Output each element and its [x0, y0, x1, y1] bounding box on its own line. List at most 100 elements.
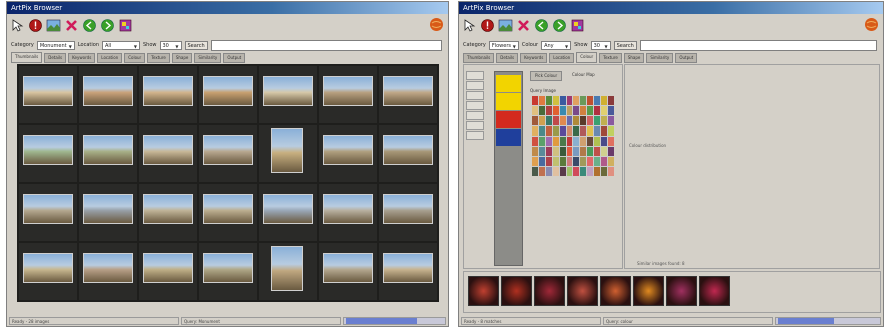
mosaic-tile[interactable] [608, 136, 614, 146]
thumbnail-image[interactable] [323, 253, 373, 283]
mosaic-tile[interactable] [608, 156, 614, 166]
mosaic-tile[interactable] [608, 106, 614, 116]
mosaic-tile[interactable] [594, 136, 601, 146]
thumbnail-cell[interactable] [79, 243, 137, 300]
mosaic-tile[interactable] [587, 156, 594, 166]
mosaic-tile[interactable] [552, 166, 559, 176]
mosaic-tile[interactable] [552, 116, 559, 126]
mosaic-tile[interactable] [587, 126, 594, 136]
mosaic-tile[interactable] [566, 136, 573, 146]
mosaic-tile[interactable] [580, 96, 587, 106]
result-thumbnail[interactable] [666, 276, 697, 306]
mosaic-tile[interactable] [594, 146, 601, 156]
mosaic-tile[interactable] [594, 106, 601, 116]
thumbnail-image[interactable] [143, 76, 193, 106]
thumbnail-image[interactable] [263, 76, 313, 106]
go-back-icon[interactable] [82, 18, 97, 33]
mosaic-tile[interactable] [573, 126, 580, 136]
thumbnail-image[interactable] [271, 128, 303, 173]
mosaic-tile[interactable] [538, 136, 545, 146]
mosaic-tile[interactable] [532, 96, 538, 106]
tab-thumbnails[interactable]: Thumbnails [11, 52, 43, 63]
thumbnail-cell[interactable] [379, 243, 437, 300]
thumbnail-image[interactable] [323, 194, 373, 224]
mosaic-tile[interactable] [601, 166, 608, 176]
mosaic-tile[interactable] [538, 166, 545, 176]
colour-swatch[interactable] [496, 75, 521, 92]
mosaic-tile[interactable] [559, 126, 566, 136]
mosaic-tile[interactable] [538, 106, 545, 116]
thumbnail-image[interactable] [323, 76, 373, 106]
thumbnail-image[interactable] [383, 76, 433, 106]
go-forward-icon[interactable] [552, 18, 567, 33]
mosaic-tile[interactable] [559, 106, 566, 116]
tab-keywords[interactable]: Keywords [68, 53, 96, 63]
mosaic-tile[interactable] [538, 116, 545, 126]
thumbnail-cell[interactable] [139, 184, 197, 241]
thumbnail-cell[interactable] [139, 66, 197, 123]
query-input[interactable] [210, 39, 442, 51]
tab-details[interactable]: Details [44, 53, 67, 63]
show-count-dropdown[interactable]: 30 ▼ [590, 40, 611, 50]
tab-output[interactable]: Output [675, 53, 698, 63]
mosaic-tile[interactable] [532, 126, 538, 136]
go-back-icon[interactable] [534, 18, 549, 33]
thumbnail-image[interactable] [203, 253, 253, 283]
location-dropdown[interactable]: All ▼ [102, 40, 140, 50]
thumbnail-cell[interactable] [259, 125, 317, 182]
result-thumbnail[interactable] [600, 276, 631, 306]
delete-icon[interactable] [516, 18, 531, 33]
mosaic-tile[interactable] [538, 96, 545, 106]
mosaic-tile[interactable] [552, 96, 559, 106]
tab-location[interactable]: Location [549, 53, 575, 63]
colour-swatch[interactable] [496, 111, 521, 128]
mosaic-tile[interactable] [580, 166, 587, 176]
mosaic-tile[interactable] [538, 146, 545, 156]
mosaic-tile[interactable] [587, 106, 594, 116]
mosaic-tile[interactable] [545, 96, 552, 106]
thumbnail-cell[interactable] [19, 243, 77, 300]
thumbnail-image[interactable] [23, 253, 73, 283]
mosaic-tile[interactable] [559, 136, 566, 146]
mosaic-tile[interactable] [580, 126, 587, 136]
result-thumbnail[interactable] [567, 276, 598, 306]
mosaic-tile[interactable] [552, 146, 559, 156]
mosaic-tile[interactable] [566, 166, 573, 176]
mosaic-tile[interactable] [545, 136, 552, 146]
mosaic-tile[interactable] [532, 116, 538, 126]
thumbnail-cell[interactable] [199, 184, 257, 241]
thumbnail-image[interactable] [83, 194, 133, 224]
mosaic-tile[interactable] [545, 156, 552, 166]
vertical-tab[interactable] [466, 91, 484, 100]
thumbnail-cell[interactable] [79, 66, 137, 123]
thumbnail-image[interactable] [83, 253, 133, 283]
tab-colour[interactable]: Colour [124, 53, 146, 63]
mosaic-tile[interactable] [559, 156, 566, 166]
thumbnail-image[interactable] [383, 135, 433, 165]
thumbnail-image[interactable] [323, 135, 373, 165]
mosaic-tile[interactable] [608, 166, 614, 176]
thumbnail-cell[interactable] [319, 125, 377, 182]
thumbnail-image[interactable] [203, 76, 253, 106]
tab-colour[interactable]: Colour [576, 52, 598, 63]
vertical-tab[interactable] [466, 121, 484, 130]
mosaic-tile[interactable] [552, 106, 559, 116]
pointer-icon[interactable] [10, 18, 25, 33]
thumbnail-image[interactable] [383, 194, 433, 224]
mosaic-tile[interactable] [545, 126, 552, 136]
colour-mosaic[interactable] [532, 96, 614, 176]
mosaic-tile[interactable] [532, 136, 538, 146]
mosaic-tile[interactable] [608, 96, 614, 106]
thumbnail-cell[interactable] [259, 184, 317, 241]
mosaic-tile[interactable] [580, 116, 587, 126]
thumbnail-image[interactable] [203, 135, 253, 165]
search-button[interactable]: Search [184, 40, 208, 50]
mosaic-tile[interactable] [573, 116, 580, 126]
colour-dropdown[interactable]: Any ▼ [541, 40, 572, 50]
thumbnail-cell[interactable] [319, 66, 377, 123]
tab-similarity[interactable]: Similarity [194, 53, 222, 63]
stop-icon[interactable] [480, 18, 495, 33]
thumbnail-image[interactable] [143, 253, 193, 283]
mosaic-tile[interactable] [580, 146, 587, 156]
query-input[interactable] [639, 39, 877, 51]
